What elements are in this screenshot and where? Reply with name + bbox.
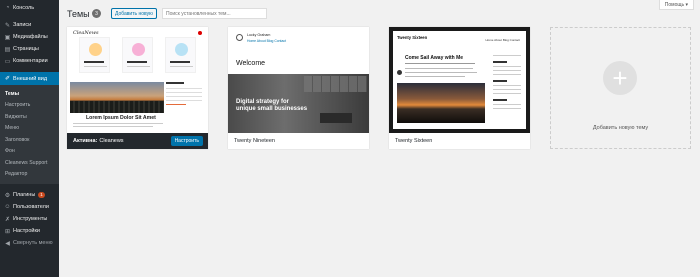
add-new-theme-label: Добавить новую тему bbox=[592, 125, 649, 131]
sidebar-item-users[interactable]: ☺ Пользователи bbox=[0, 201, 59, 213]
page-title: Темы bbox=[67, 9, 90, 19]
sidebar-item-tools[interactable]: ✗ Инструменты bbox=[0, 213, 59, 225]
preview-feature bbox=[79, 37, 110, 73]
preview-nav: Home About Blog Contact bbox=[247, 39, 287, 43]
sidebar-item-dashboard[interactable]: ◔ Консоль bbox=[0, 2, 59, 14]
sidebar-item-label: Настройки bbox=[13, 228, 40, 234]
theme-name-bar: Twenty Nineteen bbox=[228, 133, 369, 149]
preview-text-line bbox=[405, 76, 465, 77]
sidebar-item-label: Внешний вид bbox=[13, 75, 48, 82]
preview-text-line bbox=[405, 72, 477, 73]
submenu-cleanews-support[interactable]: Cleanews Support bbox=[0, 157, 59, 169]
plugin-icon: ⚙ bbox=[4, 192, 11, 199]
pin-icon: ✎ bbox=[4, 22, 11, 29]
sidebar-item-settings[interactable]: ⊞ Настройки bbox=[0, 225, 59, 237]
active-label: Активна: bbox=[73, 138, 98, 144]
users-icon: ☺ bbox=[4, 204, 11, 210]
theme-card-twenty-sixteen[interactable]: Twenty Sixteen Home About Blog Contact C… bbox=[389, 27, 530, 149]
sidebar-item-label: Пользователи bbox=[13, 204, 49, 210]
wrench-icon: ✗ bbox=[4, 216, 11, 223]
theme-name-bar: Активна: Cleanews Настроить bbox=[67, 133, 208, 149]
theme-screenshot[interactable]: Twenty Sixteen Home About Blog Contact C… bbox=[389, 27, 530, 133]
preview-decor bbox=[198, 31, 202, 35]
submenu-widgets[interactable]: Виджеты bbox=[0, 111, 59, 123]
sidebar-item-pages[interactable]: ▤ Страницы bbox=[0, 43, 59, 55]
update-badge: 1 bbox=[38, 192, 45, 198]
preview-logo: CleaNews bbox=[73, 30, 99, 36]
sidebar-item-label: Свернуть меню bbox=[13, 240, 53, 246]
sidebar-item-comments[interactable]: ▭ Комментарии bbox=[0, 55, 59, 67]
submenu-header[interactable]: Заголовок bbox=[0, 134, 59, 146]
preview-hero-shelf bbox=[320, 113, 352, 123]
sidebar-item-plugins[interactable]: ⚙ Плагины 1 bbox=[0, 189, 59, 201]
comment-icon: ▭ bbox=[4, 58, 11, 65]
sidebar-item-appearance[interactable]: ✐ Внешний вид bbox=[0, 72, 59, 85]
sidebar-item-label: Медиафайлы bbox=[13, 34, 48, 40]
preview-hero-text: Digital strategy for unique small busine… bbox=[236, 99, 307, 113]
preview-image bbox=[397, 83, 485, 123]
preview-site-title: Twenty Sixteen bbox=[397, 35, 428, 40]
appearance-submenu: Темы Настроить Виджеты Меню Заголовок Фо… bbox=[0, 85, 59, 184]
theme-count-badge: 3 bbox=[92, 9, 101, 18]
page-icon: ▤ bbox=[4, 46, 11, 53]
add-new-theme-card[interactable]: + Добавить новую тему bbox=[550, 27, 691, 149]
submenu-customize[interactable]: Настроить bbox=[0, 100, 59, 112]
preview-feature bbox=[122, 37, 153, 73]
submenu-themes[interactable]: Темы bbox=[0, 88, 59, 100]
preview-sidebar bbox=[493, 52, 521, 112]
preview-author-avatar bbox=[397, 70, 402, 75]
preview-image-trees bbox=[70, 101, 164, 113]
theme-name: Twenty Nineteen bbox=[234, 138, 275, 144]
brush-icon: ✐ bbox=[4, 76, 11, 82]
media-icon: ▣ bbox=[4, 34, 11, 41]
sidebar-item-label: Страницы bbox=[13, 46, 39, 52]
preview-text-line bbox=[405, 68, 473, 69]
theme-screenshot[interactable]: Lucky Graham Home About Blog Contact Wel… bbox=[228, 27, 369, 133]
dashboard-icon: ◔ bbox=[5, 5, 10, 11]
preview-feature bbox=[165, 37, 196, 73]
add-new-theme-button[interactable]: Добавить новую bbox=[111, 8, 157, 19]
preview-hero-line: unique small businesses bbox=[236, 106, 308, 112]
sidebar-item-collapse[interactable]: ◀ Свернуть меню bbox=[0, 237, 59, 249]
preview-site-title: Lucky Graham bbox=[247, 33, 271, 37]
preview-nav: Home About Blog Contact bbox=[485, 38, 520, 42]
preview-post-title: Come Sail Away with Me bbox=[405, 55, 464, 61]
theme-name-bar: Twenty Sixteen bbox=[389, 133, 530, 149]
submenu-editor[interactable]: Редактор bbox=[0, 169, 59, 181]
submenu-background[interactable]: Фон bbox=[0, 146, 59, 158]
customize-button[interactable]: Настроить bbox=[170, 136, 203, 146]
preview-hero-calendar bbox=[304, 76, 367, 92]
sidebar-item-label: Плагины bbox=[13, 192, 36, 198]
plus-icon: + bbox=[603, 61, 637, 95]
preview-text-line bbox=[73, 123, 163, 124]
preview-text-line bbox=[73, 126, 153, 127]
admin-sidebar: ◔ Консоль ✎ Записи ▣ Медиафайлы ▤ Страницы ▭… bbox=[0, 0, 59, 277]
preview-hero-line: Digital strategy for bbox=[236, 99, 290, 105]
help-tab[interactable]: Помощь ▾ bbox=[658, 0, 694, 10]
settings-icon: ⊞ bbox=[4, 228, 11, 235]
search-themes-input[interactable] bbox=[162, 8, 267, 19]
preview-welcome: Welcome bbox=[236, 60, 266, 67]
collapse-icon: ◀ bbox=[5, 240, 10, 247]
sidebar-item-label: Записи bbox=[13, 22, 32, 28]
theme-name: Cleanews bbox=[99, 138, 124, 144]
theme-screenshot[interactable]: CleaNews Lorem Ipsum Dolor Sit Amet bbox=[67, 27, 208, 133]
preview-text-line bbox=[405, 63, 475, 64]
preview-sidebar bbox=[166, 82, 202, 112]
theme-name: Twenty Sixteen bbox=[395, 138, 433, 144]
preview-heading: Lorem Ipsum Dolor Sit Amet bbox=[86, 115, 156, 121]
theme-card-twenty-nineteen[interactable]: Lucky Graham Home About Blog Contact Wel… bbox=[228, 27, 369, 149]
sidebar-item-media[interactable]: ▣ Медиафайлы bbox=[0, 31, 59, 43]
theme-card-cleanews[interactable]: CleaNews Lorem Ipsum Dolor Sit Amet Акти… bbox=[67, 27, 208, 149]
sidebar-item-label: Комментарии bbox=[13, 58, 48, 64]
submenu-menus[interactable]: Меню bbox=[0, 123, 59, 135]
sidebar-item-label: Консоль bbox=[13, 5, 35, 11]
sidebar-item-posts[interactable]: ✎ Записи bbox=[0, 19, 59, 31]
preview-avatar bbox=[236, 34, 243, 41]
sidebar-item-label: Инструменты bbox=[13, 216, 48, 222]
